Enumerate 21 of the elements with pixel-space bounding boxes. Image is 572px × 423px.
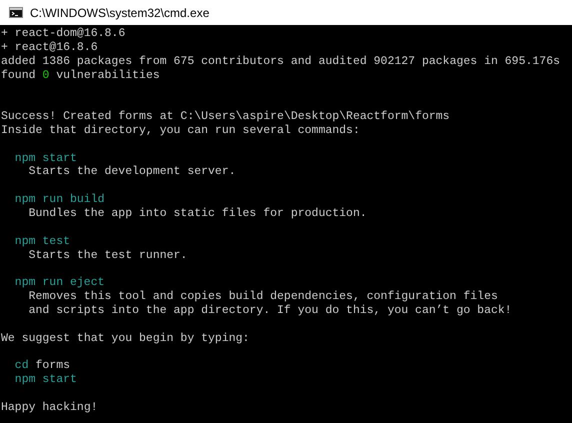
console-line: We suggest that you begin by typing:	[1, 332, 250, 345]
command-line: npm test	[14, 234, 70, 248]
command-line: cd forms	[14, 359, 70, 372]
console-line: Starts the test runner.	[28, 248, 188, 262]
command-line: npm run build	[14, 193, 105, 206]
console-line: Starts the development server.	[28, 165, 236, 178]
console-window-icon	[9, 7, 23, 18]
console-line: Inside that directory, you can run several commands:	[1, 124, 360, 137]
console-line: and scripts into the app directory. If you do this, you can’t go back!	[28, 304, 512, 317]
command-line: npm run eject	[14, 276, 105, 290]
console-line: Removes this tool and copies build dependencies, configuration files	[28, 290, 498, 304]
console-line: added 1386 packages from 675 contributors and audited 902127 packages in 695.176s	[1, 54, 560, 68]
command-line: npm start	[14, 373, 77, 386]
console-line: Happy hacking!	[1, 400, 98, 414]
console-line: + react@16.8.6	[1, 40, 98, 54]
console-line: Bundles the app into static files for production.	[28, 206, 367, 220]
window-title: C:\WINDOWS\system32\cmd.exe	[30, 4, 210, 22]
console-line: + react-dom@16.8.6	[1, 27, 126, 40]
console-line: Success! Created forms at C:\Users\aspire\Desktop\Reactform\forms	[1, 110, 450, 124]
console-line: found 0 vulnerabilities	[1, 68, 160, 82]
command-line: npm start	[14, 152, 77, 165]
